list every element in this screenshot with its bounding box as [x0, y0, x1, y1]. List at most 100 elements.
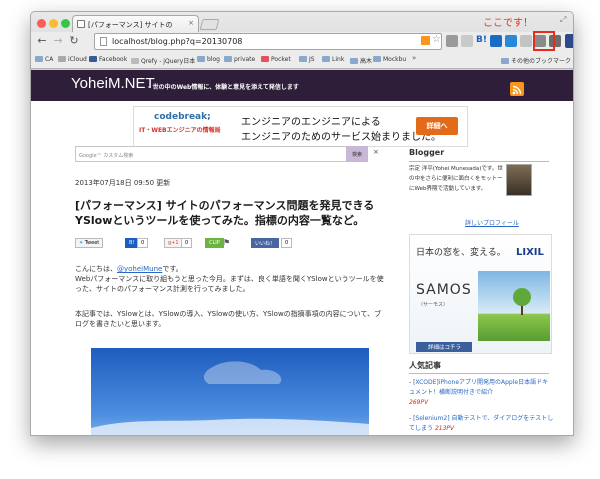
post-title: [パフォーマンス] サイトのパフォーマンス問題を発見できるYSlowというツール… — [75, 199, 375, 227]
folder-icon — [350, 58, 358, 64]
address-bar[interactable]: localhost/blog.php?q=20130708 ☆ — [94, 33, 442, 50]
tab-active[interactable]: [パフォーマンス] サイトの × — [72, 15, 199, 32]
browser-chrome: [パフォーマンス] サイトの × ここです！ ⤢ ← → ↻ localhost… — [31, 12, 573, 70]
new-tab-button[interactable] — [199, 19, 220, 30]
extension-blue-icon[interactable] — [490, 35, 502, 47]
tab-title: [パフォーマンス] サイトの — [88, 21, 173, 29]
site-tagline: - 世の中のWeb情報に、体験と意見を添えて発信します — [148, 84, 299, 91]
extension-cloud-icon[interactable] — [520, 35, 532, 47]
bookmark-item[interactable]: blog — [197, 56, 220, 63]
post-date: 2013年07月18日 09:50 更新 — [75, 179, 171, 187]
ad-line1: エンジニアのエンジニアによる — [241, 117, 381, 128]
callout-label: ここです！ — [483, 18, 533, 29]
ad-line2: エンジニアのためのサービス始まりました。 — [241, 132, 441, 143]
avatar — [506, 164, 532, 196]
author-link[interactable]: @yoheiMune — [117, 265, 162, 273]
rss-icon[interactable] — [421, 36, 430, 45]
facebook-like-button[interactable]: いいね！ — [251, 238, 280, 248]
hatena-count: 0 — [137, 238, 149, 248]
ad-detail-button[interactable]: 詳細へ — [416, 117, 458, 135]
blogger-bio: 宗定 洋平(Yohei Munesada)です。世の中をさらに便利に面白くをモッ… — [409, 166, 503, 192]
lixil-product: SAMOS II — [416, 282, 488, 298]
extension-grid-icon[interactable] — [461, 35, 473, 47]
highlight-box — [533, 31, 555, 51]
zoom-window-button[interactable] — [61, 19, 70, 28]
bookmark-item[interactable]: Mockbu — [373, 56, 406, 63]
folder-icon — [197, 56, 205, 62]
fullscreen-icon[interactable]: ⤢ — [560, 15, 566, 25]
sidebar-ad[interactable]: 日本の窓を、変える。 LIXIL SAMOS II 〈サーモス〉 詳細はコチラ — [409, 234, 552, 354]
ad-brand-sub: IT・WEBエンジニアの情報局 — [139, 127, 221, 134]
folder-icon — [501, 58, 509, 64]
search-button[interactable]: 検索 — [346, 146, 368, 162]
page-icon — [77, 20, 85, 28]
bookmark-item[interactable]: iCloud — [58, 56, 87, 63]
close-tab-icon[interactable]: × — [188, 19, 194, 27]
popular-item-title[interactable]: [XCODE]iPhoneアプリ開発用のApple日本語ドキュメント！横断説明付… — [409, 379, 548, 396]
search-input[interactable]: Google™ カスタム検索 — [75, 146, 349, 162]
bookmark-item[interactable]: JS — [299, 56, 315, 63]
bookmark-item[interactable]: Pocket — [261, 56, 291, 63]
search-clear-icon[interactable]: × — [373, 148, 379, 156]
popular-item[interactable]: - [Selenium2] 自動テストで、ダイアログをテストしてしまう 213P… — [409, 414, 554, 434]
folder-icon — [224, 56, 232, 62]
popular-heading: 人気記事 — [409, 361, 441, 370]
lixil-logo: LIXIL — [516, 247, 544, 258]
page-icon — [131, 58, 139, 64]
popular-item[interactable]: - [XCODE]iPhoneアプリ開発用のApple日本語ドキュメント！横断説… — [409, 378, 554, 408]
popular-item-pv: 269PV — [409, 399, 429, 406]
address-url: localhost/blog.php?q=20130708 — [112, 37, 243, 46]
bookmark-item[interactable]: Facebook — [89, 56, 127, 63]
bookmark-item[interactable]: Qrefy - jQuery日本 — [131, 56, 195, 65]
hatena-bookmark-icon[interactable]: B! — [476, 35, 487, 45]
google-plus-count: 0 — [181, 238, 193, 248]
forward-button[interactable]: → — [51, 34, 65, 47]
clip-icon: ⚑ — [223, 238, 231, 247]
back-button[interactable]: ← — [35, 34, 49, 47]
folder-icon — [373, 56, 381, 62]
pocket-icon — [261, 56, 269, 62]
other-bookmarks[interactable]: その他のブックマーク — [501, 56, 571, 65]
bookmark-item[interactable]: private — [224, 56, 255, 63]
profile-link[interactable]: 詳しいプロフィール — [465, 218, 519, 227]
lixil-product-sub: 〈サーモス〉 — [418, 302, 449, 308]
toolbar: ← → ↻ localhost/blog.php?q=20130708 ☆ B!… — [31, 32, 573, 52]
popular-item-pv: 213PV — [434, 425, 455, 432]
folder-icon — [35, 56, 43, 62]
reload-button[interactable]: ↻ — [67, 34, 81, 47]
folder-icon — [299, 56, 307, 62]
facebook-like-count: 0 — [281, 238, 293, 248]
site-header: YoheiM.NET - 世の中のWeb情報に、体験と意見を添えて発信します — [31, 70, 573, 101]
post-paragraph-1: こんにちは、@yoheiMuneです。 Webパフォーマンスに取り組もうと思った… — [75, 265, 384, 293]
apple-icon — [58, 56, 66, 62]
minimize-window-button[interactable] — [49, 19, 58, 28]
google-plus-button[interactable]: g+1 — [164, 238, 183, 248]
ad-brand: codebreak; — [154, 112, 211, 122]
lixil-detail-button[interactable]: 詳細はコチラ — [416, 342, 472, 352]
bookmark-item[interactable]: CA — [35, 56, 53, 63]
bookmarks-bar: CA iCloud Facebook Qrefy - jQuery日本 blog… — [31, 52, 573, 69]
facebook-icon — [89, 56, 97, 62]
clip-button[interactable]: CLIP — [205, 238, 224, 248]
close-window-button[interactable] — [37, 19, 46, 28]
landscape-image — [478, 271, 550, 341]
post-image — [91, 348, 369, 435]
lixil-headline: 日本の窓を、変える。 — [416, 248, 506, 258]
bookmark-item[interactable]: 高木 — [350, 56, 372, 65]
chevron-right-icon[interactable]: » — [412, 54, 416, 62]
folder-icon — [322, 56, 330, 62]
sidebar-blogger-heading: Blogger — [409, 148, 445, 157]
rss-icon[interactable] — [510, 82, 524, 96]
star-icon[interactable]: ☆ — [432, 34, 441, 45]
page-icon — [100, 37, 107, 46]
popular-item-title[interactable]: [Selenium2] 自動テストで、ダイアログをテストしてしまう — [409, 415, 553, 432]
yslow-extension-icon[interactable] — [565, 34, 573, 48]
browser-window: [パフォーマンス] サイトの × ここです！ ⤢ ← → ↻ localhost… — [30, 11, 574, 436]
divider — [409, 373, 549, 374]
tweet-button[interactable]: ✦ Tweet — [75, 238, 104, 248]
banner-ad[interactable]: codebreak; IT・WEBエンジニアの情報局 エンジニアのエンジニアによ… — [133, 106, 468, 147]
extension-window-icon[interactable] — [505, 35, 517, 47]
bookmark-item[interactable]: Link — [322, 56, 344, 63]
site-logo[interactable]: YoheiM.NET — [71, 75, 155, 92]
extension-shield-icon[interactable] — [446, 35, 458, 47]
